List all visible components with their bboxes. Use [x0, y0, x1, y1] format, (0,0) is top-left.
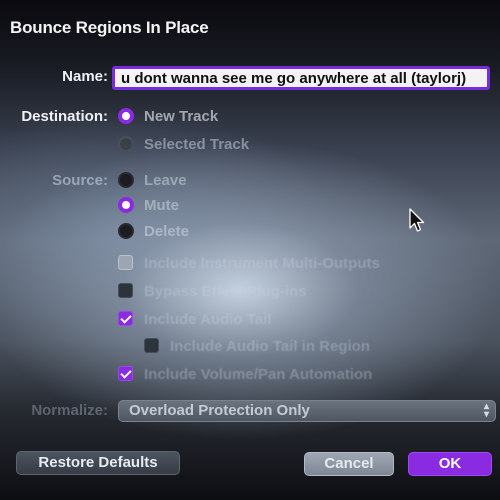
option-mute-label: Mute [144, 197, 179, 214]
checkbox-multi-outputs[interactable] [118, 255, 133, 270]
dialog-title: Bounce Regions In Place [10, 18, 209, 37]
checkbox-tail-in-region[interactable] [144, 338, 159, 353]
checkbox-audio-tail-label: Include Audio Tail [144, 311, 272, 328]
destination-label: Destination: [21, 108, 108, 125]
checkbox-bypass-effects[interactable] [118, 283, 133, 298]
cancel-button[interactable]: Cancel [304, 452, 394, 476]
mouse-pointer-icon [409, 208, 425, 232]
checkbox-audio-tail[interactable] [118, 311, 133, 326]
name-label: Name: [62, 68, 108, 85]
option-new-track-label: New Track [144, 108, 219, 125]
ok-button[interactable]: OK [408, 452, 492, 476]
radio-delete[interactable] [118, 223, 134, 239]
radio-leave[interactable] [118, 172, 134, 188]
radio-new-track[interactable] [118, 108, 134, 124]
option-selected-track-label: Selected Track [144, 136, 250, 153]
normalize-label: Normalize: [31, 402, 108, 419]
checkbox-bypass-effects-label: Bypass Effect Plug-ins [144, 283, 307, 300]
name-field[interactable]: u dont wanna see me go anywhere at all (… [112, 66, 490, 90]
checkbox-volume-pan-label: Include Volume/Pan Automation [144, 366, 373, 383]
option-delete-label: Delete [144, 223, 190, 240]
normalize-popup[interactable]: Overload Protection Only ▴ ▾ [118, 400, 496, 422]
checkbox-multi-outputs-label: Include Instrument Multi-Outputs [144, 255, 380, 272]
normalize-value: Overload Protection Only [129, 402, 310, 419]
popup-arrows-icon: ▴ ▾ [483, 401, 489, 420]
restore-defaults-button[interactable]: Restore Defaults [16, 451, 180, 475]
checkbox-tail-in-region-label: Include Audio Tail in Region [170, 338, 370, 355]
source-label: Source: [52, 172, 108, 189]
radio-mute[interactable] [118, 197, 134, 213]
radio-selected-track[interactable] [118, 136, 134, 152]
checkbox-volume-pan[interactable] [118, 366, 133, 381]
option-leave-label: Leave [144, 172, 187, 189]
